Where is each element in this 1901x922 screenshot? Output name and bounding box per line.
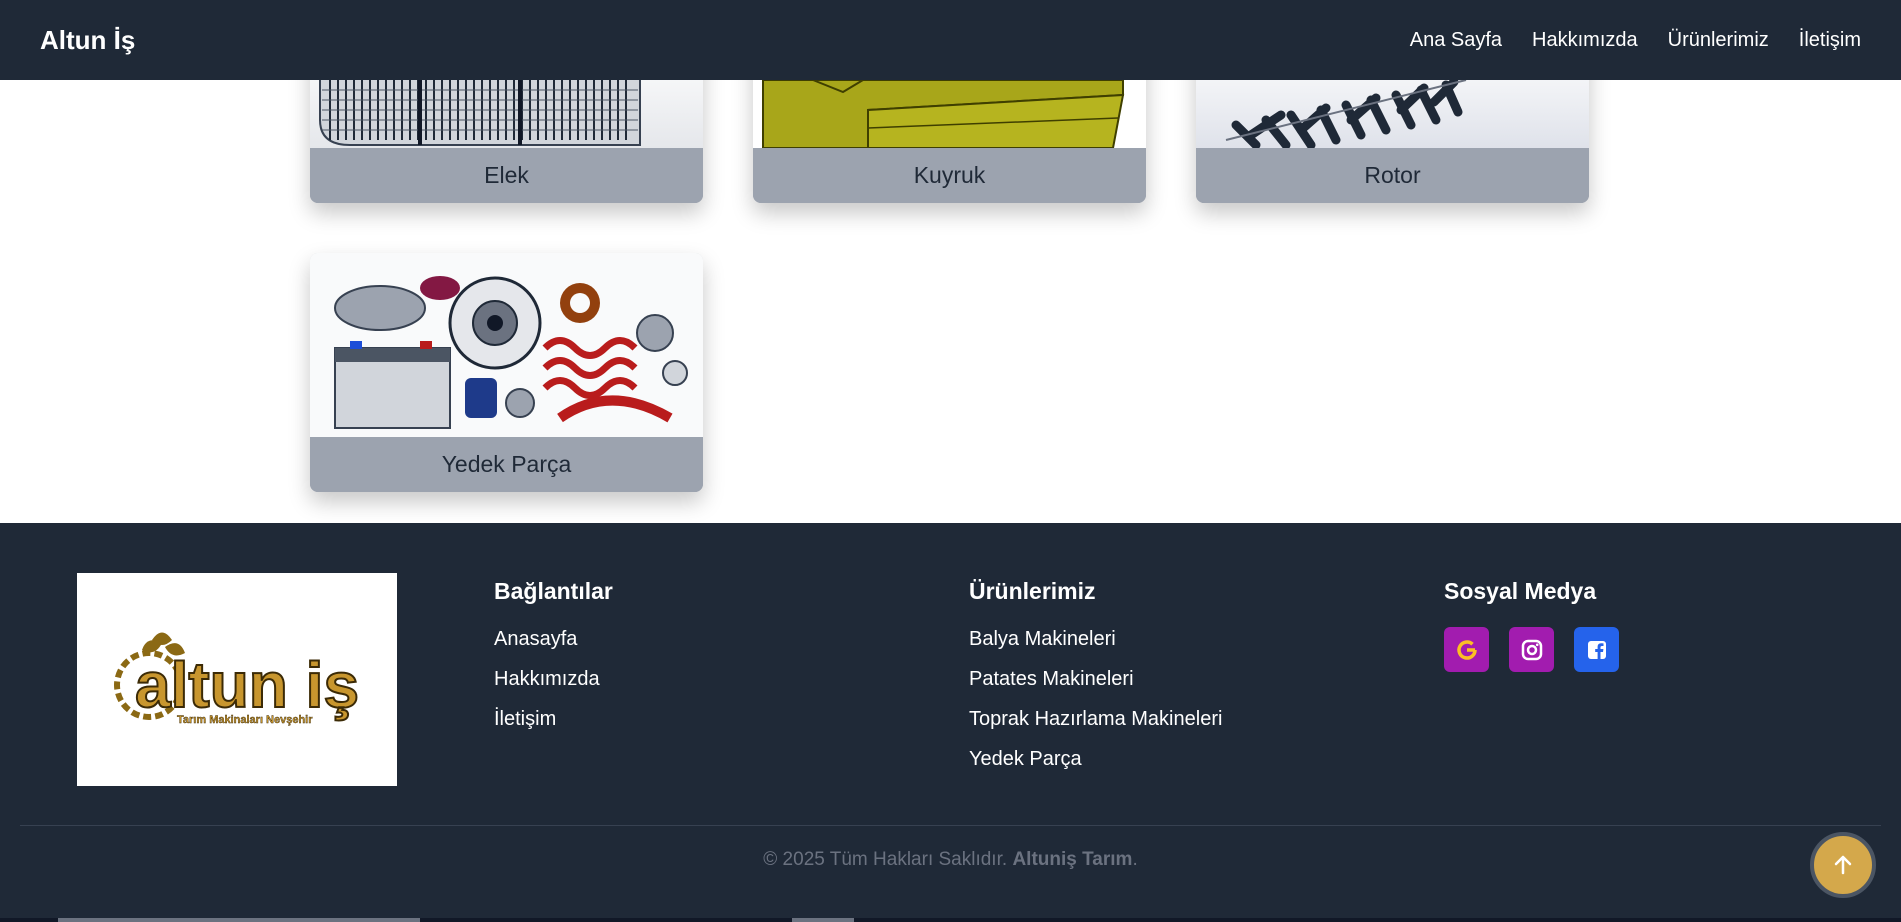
card-label: Kuyruk [753, 148, 1146, 203]
copyright-prefix: © 2025 Tüm Hakları Saklıdır. [763, 849, 1008, 870]
footer-social-title: Sosyal Medya [1444, 578, 1597, 604]
facebook-icon[interactable] [1574, 627, 1619, 672]
scrollbar-thumb[interactable] [58, 918, 420, 922]
footer-product-yedek-parca[interactable]: Yedek Parça [969, 747, 1222, 771]
logo-text: altun iş [135, 649, 359, 721]
footer-product-balya[interactable]: Balya Makineleri [969, 627, 1222, 651]
nav-link-ana-sayfa[interactable]: Ana Sayfa [1410, 29, 1502, 52]
footer-products-column: Ürünlerimiz Balya Makineleri Patates Mak… [969, 578, 1222, 787]
horizontal-scrollbar[interactable] [0, 918, 1901, 922]
copyright: © 2025 Tüm Hakları Saklıdır. Altuniş Tar… [0, 849, 1901, 871]
nav-link-urunlerimiz[interactable]: Ürünlerimiz [1668, 29, 1769, 52]
copyright-suffix: . [1132, 849, 1138, 870]
nav-link-hakkimizda[interactable]: Hakkımızda [1532, 29, 1638, 52]
copyright-brand: Altuniş Tarım [1012, 849, 1133, 870]
footer-logo[interactable]: altun iş Tarım Makinaları Nevşehir [77, 573, 397, 786]
footer-link-anasayfa[interactable]: Anasayfa [494, 627, 613, 651]
footer-divider [20, 825, 1881, 826]
footer-links-title: Bağlantılar [494, 578, 613, 604]
footer-link-hakkimizda[interactable]: Hakkımızda [494, 667, 613, 691]
nav-links: Ana Sayfa Hakkımızda Ürünlerimiz İletişi… [1410, 29, 1861, 52]
footer-social-column: Sosyal Medya [1444, 578, 1619, 672]
footer-links-column: Bağlantılar Anasayfa Hakkımızda İletişim [494, 578, 613, 747]
card-label: Elek [310, 148, 703, 203]
logo-subtext: Tarım Makinaları Nevşehir [177, 714, 313, 726]
yedek-parca-image [310, 253, 703, 437]
nav-link-iletisim[interactable]: İletişim [1799, 29, 1861, 52]
social-icons [1444, 627, 1619, 672]
card-label: Rotor [1196, 148, 1589, 203]
scroll-to-top-button[interactable] [1810, 832, 1876, 898]
navbar: Altun İş Ana Sayfa Hakkımızda Ürünlerimi… [0, 0, 1901, 80]
instagram-icon[interactable] [1509, 627, 1554, 672]
scrollbar-marker [792, 918, 854, 922]
footer-product-patates[interactable]: Patates Makineleri [969, 667, 1222, 691]
footer: altun iş Tarım Makinaları Nevşehir Bağla… [0, 523, 1901, 922]
footer-products-title: Ürünlerimiz [969, 578, 1096, 604]
arrow-up-icon [1834, 855, 1852, 875]
brand-logo[interactable]: Altun İş [40, 25, 135, 56]
footer-link-iletisim[interactable]: İletişim [494, 707, 613, 731]
google-icon[interactable] [1444, 627, 1489, 672]
footer-product-toprak[interactable]: Toprak Hazırlama Makineleri [969, 707, 1222, 731]
card-label: Yedek Parça [310, 437, 703, 492]
product-card-yedek-parca[interactable]: Yedek Parça [310, 253, 703, 492]
